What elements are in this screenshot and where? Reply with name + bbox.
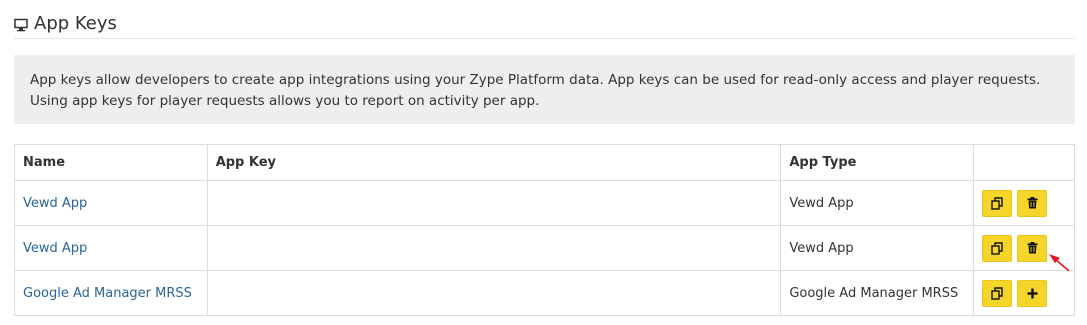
cell-actions — [973, 180, 1075, 226]
column-header-actions — [973, 144, 1075, 181]
copy-icon — [990, 286, 1004, 300]
cell-actions — [973, 270, 1075, 316]
cell-app-key — [206, 225, 782, 271]
cell-name: Google Ad Manager MRSS — [14, 270, 208, 316]
app-keys-table: Name App Key App Type Vewd App Vewd App — [14, 144, 1075, 316]
cell-app-key — [206, 180, 782, 226]
table-row: Vewd App Vewd App — [14, 180, 1075, 226]
page-title: App Keys — [34, 12, 117, 34]
column-header-app-type: App Type — [780, 144, 975, 181]
info-description: App keys allow developers to create app … — [14, 55, 1075, 124]
table-row: Google Ad Manager MRSS Google Ad Manager… — [14, 270, 1075, 316]
app-name-link[interactable]: Vewd App — [23, 196, 87, 211]
app-name-link[interactable]: Google Ad Manager MRSS — [23, 286, 192, 301]
copy-icon — [990, 196, 1004, 210]
cell-name: Vewd App — [14, 180, 208, 226]
table-header-row: Name App Key App Type — [14, 144, 1075, 181]
add-button[interactable] — [1017, 279, 1048, 307]
copy-button[interactable] — [982, 189, 1013, 217]
copy-icon — [990, 241, 1004, 255]
copy-button[interactable] — [982, 234, 1013, 262]
column-header-app-key: App Key — [206, 144, 782, 181]
monitor-icon — [14, 17, 28, 32]
column-header-name: Name — [14, 144, 208, 181]
trash-icon — [1027, 242, 1038, 254]
cell-app-type: Vewd App — [780, 180, 975, 226]
cell-app-key — [206, 270, 782, 316]
delete-button[interactable] — [1017, 234, 1048, 262]
trash-icon — [1027, 197, 1038, 209]
table-row: Vewd App Vewd App — [14, 225, 1075, 271]
plus-icon — [1027, 288, 1038, 299]
app-keys-page: App Keys App keys allow developers to cr… — [0, 0, 1087, 325]
cell-app-type: Google Ad Manager MRSS — [780, 270, 975, 316]
copy-button[interactable] — [982, 279, 1013, 307]
delete-button[interactable] — [1017, 189, 1048, 217]
pointer-arrow-icon — [1046, 250, 1072, 274]
cell-name: Vewd App — [14, 225, 208, 271]
cell-app-type: Vewd App — [780, 225, 975, 271]
app-name-link[interactable]: Vewd App — [23, 241, 87, 256]
page-header: App Keys — [14, 8, 1075, 39]
